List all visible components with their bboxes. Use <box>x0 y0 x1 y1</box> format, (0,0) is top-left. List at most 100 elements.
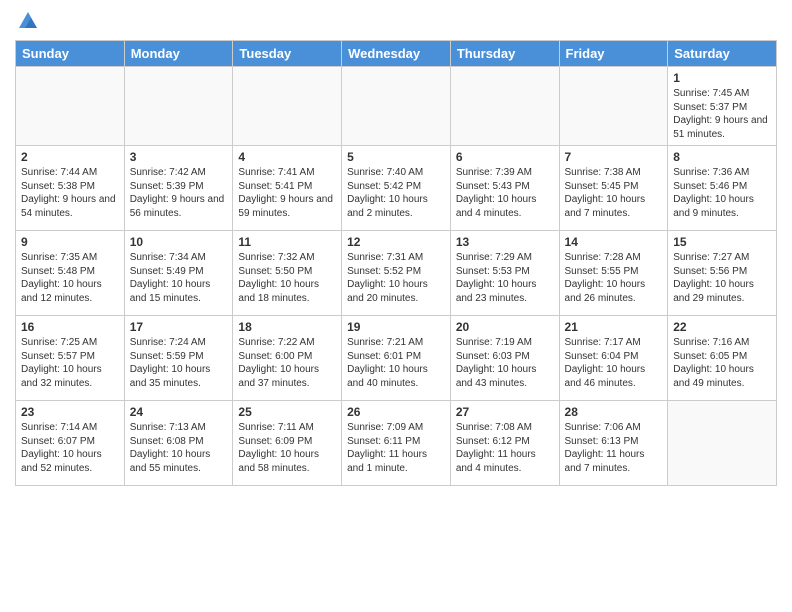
calendar-header-wednesday: Wednesday <box>342 41 451 67</box>
day-info: Sunrise: 7:24 AM Sunset: 5:59 PM Dayligh… <box>130 336 228 390</box>
calendar-cell: 10 Sunrise: 7:34 AM Sunset: 5:49 PM Dayli… <box>124 231 233 316</box>
calendar-cell: 22 Sunrise: 7:16 AM Sunset: 6:05 PM Dayli… <box>668 316 777 401</box>
day-info: Sunrise: 7:40 AM Sunset: 5:42 PM Dayligh… <box>347 166 445 220</box>
day-number: 3 <box>130 150 228 164</box>
calendar-cell: 23Sunrise: 7:14 AM Sunset: 6:07 PM Dayli… <box>16 401 125 486</box>
calendar-week-row: 16Sunrise: 7:25 AM Sunset: 5:57 PM Dayli… <box>16 316 777 401</box>
calendar-cell <box>124 67 233 146</box>
calendar-table: SundayMondayTuesdayWednesdayThursdayFrid… <box>15 40 777 486</box>
day-number: 11 <box>238 235 336 249</box>
calendar-week-row: 1Sunrise: 7:45 AM Sunset: 5:37 PM Daylig… <box>16 67 777 146</box>
calendar-cell: 14 Sunrise: 7:28 AM Sunset: 5:55 PM Dayli… <box>559 231 668 316</box>
calendar-cell <box>559 67 668 146</box>
calendar-cell: 25 Sunrise: 7:11 AM Sunset: 6:09 PM Dayli… <box>233 401 342 486</box>
logo <box>15 10 41 32</box>
day-number: 22 <box>673 320 771 334</box>
header <box>15 10 777 32</box>
calendar-cell: 8Sunrise: 7:36 AM Sunset: 5:46 PM Daylig… <box>668 146 777 231</box>
day-info: Sunrise: 7:11 AM Sunset: 6:09 PM Dayligh… <box>238 421 336 475</box>
day-info: Sunrise: 7:08 AM Sunset: 6:12 PM Dayligh… <box>456 421 554 475</box>
day-number: 24 <box>130 405 228 419</box>
day-info: Sunrise: 7:13 AM Sunset: 6:08 PM Dayligh… <box>130 421 228 475</box>
day-info: Sunrise: 7:06 AM Sunset: 6:13 PM Dayligh… <box>565 421 663 475</box>
day-info: Sunrise: 7:31 AM Sunset: 5:52 PM Dayligh… <box>347 251 445 305</box>
day-number: 26 <box>347 405 445 419</box>
day-number: 18 <box>238 320 336 334</box>
day-number: 12 <box>347 235 445 249</box>
calendar-cell: 15Sunrise: 7:27 AM Sunset: 5:56 PM Dayli… <box>668 231 777 316</box>
day-number: 19 <box>347 320 445 334</box>
page-container: SundayMondayTuesdayWednesdayThursdayFrid… <box>0 0 792 496</box>
calendar-week-row: 2 Sunrise: 7:44 AM Sunset: 5:38 PM Daylig… <box>16 146 777 231</box>
calendar-header-row: SundayMondayTuesdayWednesdayThursdayFrid… <box>16 41 777 67</box>
calendar-header-friday: Friday <box>559 41 668 67</box>
calendar-cell: 19 Sunrise: 7:21 AM Sunset: 6:01 PM Dayli… <box>342 316 451 401</box>
day-info: Sunrise: 7:14 AM Sunset: 6:07 PM Dayligh… <box>21 421 119 475</box>
day-number: 16 <box>21 320 119 334</box>
calendar-cell: 20 Sunrise: 7:19 AM Sunset: 6:03 PM Dayli… <box>450 316 559 401</box>
day-number: 13 <box>456 235 554 249</box>
day-number: 25 <box>238 405 336 419</box>
day-number: 17 <box>130 320 228 334</box>
calendar-cell: 18 Sunrise: 7:22 AM Sunset: 6:00 PM Dayli… <box>233 316 342 401</box>
calendar-cell: 2 Sunrise: 7:44 AM Sunset: 5:38 PM Daylig… <box>16 146 125 231</box>
day-info: Sunrise: 7:34 AM Sunset: 5:49 PM Dayligh… <box>130 251 228 305</box>
calendar-cell: 17 Sunrise: 7:24 AM Sunset: 5:59 PM Dayli… <box>124 316 233 401</box>
calendar-header-thursday: Thursday <box>450 41 559 67</box>
calendar-cell: 13 Sunrise: 7:29 AM Sunset: 5:53 PM Dayli… <box>450 231 559 316</box>
day-info: Sunrise: 7:32 AM Sunset: 5:50 PM Dayligh… <box>238 251 336 305</box>
day-info: Sunrise: 7:17 AM Sunset: 6:04 PM Dayligh… <box>565 336 663 390</box>
day-info: Sunrise: 7:19 AM Sunset: 6:03 PM Dayligh… <box>456 336 554 390</box>
calendar-header-tuesday: Tuesday <box>233 41 342 67</box>
calendar-cell <box>668 401 777 486</box>
day-info: Sunrise: 7:28 AM Sunset: 5:55 PM Dayligh… <box>565 251 663 305</box>
day-info: Sunrise: 7:44 AM Sunset: 5:38 PM Dayligh… <box>21 166 119 220</box>
calendar-cell: 5 Sunrise: 7:40 AM Sunset: 5:42 PM Daylig… <box>342 146 451 231</box>
day-number: 20 <box>456 320 554 334</box>
calendar-cell: 16Sunrise: 7:25 AM Sunset: 5:57 PM Dayli… <box>16 316 125 401</box>
calendar-cell: 28 Sunrise: 7:06 AM Sunset: 6:13 PM Dayli… <box>559 401 668 486</box>
calendar-cell: 3 Sunrise: 7:42 AM Sunset: 5:39 PM Daylig… <box>124 146 233 231</box>
day-info: Sunrise: 7:42 AM Sunset: 5:39 PM Dayligh… <box>130 166 228 220</box>
day-info: Sunrise: 7:41 AM Sunset: 5:41 PM Dayligh… <box>238 166 336 220</box>
calendar-cell: 24 Sunrise: 7:13 AM Sunset: 6:08 PM Dayli… <box>124 401 233 486</box>
day-info: Sunrise: 7:38 AM Sunset: 5:45 PM Dayligh… <box>565 166 663 220</box>
day-info: Sunrise: 7:39 AM Sunset: 5:43 PM Dayligh… <box>456 166 554 220</box>
calendar-cell: 7 Sunrise: 7:38 AM Sunset: 5:45 PM Daylig… <box>559 146 668 231</box>
day-info: Sunrise: 7:16 AM Sunset: 6:05 PM Dayligh… <box>673 336 771 390</box>
day-number: 21 <box>565 320 663 334</box>
day-number: 14 <box>565 235 663 249</box>
day-number: 6 <box>456 150 554 164</box>
day-number: 2 <box>21 150 119 164</box>
calendar-cell: 21 Sunrise: 7:17 AM Sunset: 6:04 PM Dayli… <box>559 316 668 401</box>
calendar-week-row: 9Sunrise: 7:35 AM Sunset: 5:48 PM Daylig… <box>16 231 777 316</box>
calendar-cell: 9Sunrise: 7:35 AM Sunset: 5:48 PM Daylig… <box>16 231 125 316</box>
day-number: 10 <box>130 235 228 249</box>
day-info: Sunrise: 7:22 AM Sunset: 6:00 PM Dayligh… <box>238 336 336 390</box>
day-info: Sunrise: 7:27 AM Sunset: 5:56 PM Dayligh… <box>673 251 771 305</box>
day-info: Sunrise: 7:29 AM Sunset: 5:53 PM Dayligh… <box>456 251 554 305</box>
calendar-header-saturday: Saturday <box>668 41 777 67</box>
day-number: 4 <box>238 150 336 164</box>
calendar-cell <box>342 67 451 146</box>
day-number: 1 <box>673 71 771 85</box>
logo-text-block <box>15 10 41 32</box>
day-info: Sunrise: 7:21 AM Sunset: 6:01 PM Dayligh… <box>347 336 445 390</box>
calendar-cell <box>16 67 125 146</box>
calendar-week-row: 23Sunrise: 7:14 AM Sunset: 6:07 PM Dayli… <box>16 401 777 486</box>
calendar-cell <box>450 67 559 146</box>
day-number: 27 <box>456 405 554 419</box>
day-number: 9 <box>21 235 119 249</box>
calendar-cell: 26 Sunrise: 7:09 AM Sunset: 6:11 PM Dayli… <box>342 401 451 486</box>
calendar-cell: 11 Sunrise: 7:32 AM Sunset: 5:50 PM Dayli… <box>233 231 342 316</box>
day-number: 28 <box>565 405 663 419</box>
day-number: 8 <box>673 150 771 164</box>
calendar-cell: 4 Sunrise: 7:41 AM Sunset: 5:41 PM Daylig… <box>233 146 342 231</box>
calendar-cell: 27 Sunrise: 7:08 AM Sunset: 6:12 PM Dayli… <box>450 401 559 486</box>
day-info: Sunrise: 7:09 AM Sunset: 6:11 PM Dayligh… <box>347 421 445 475</box>
calendar-cell: 12 Sunrise: 7:31 AM Sunset: 5:52 PM Dayli… <box>342 231 451 316</box>
day-number: 5 <box>347 150 445 164</box>
day-number: 7 <box>565 150 663 164</box>
calendar-header-sunday: Sunday <box>16 41 125 67</box>
calendar-cell: 1Sunrise: 7:45 AM Sunset: 5:37 PM Daylig… <box>668 67 777 146</box>
